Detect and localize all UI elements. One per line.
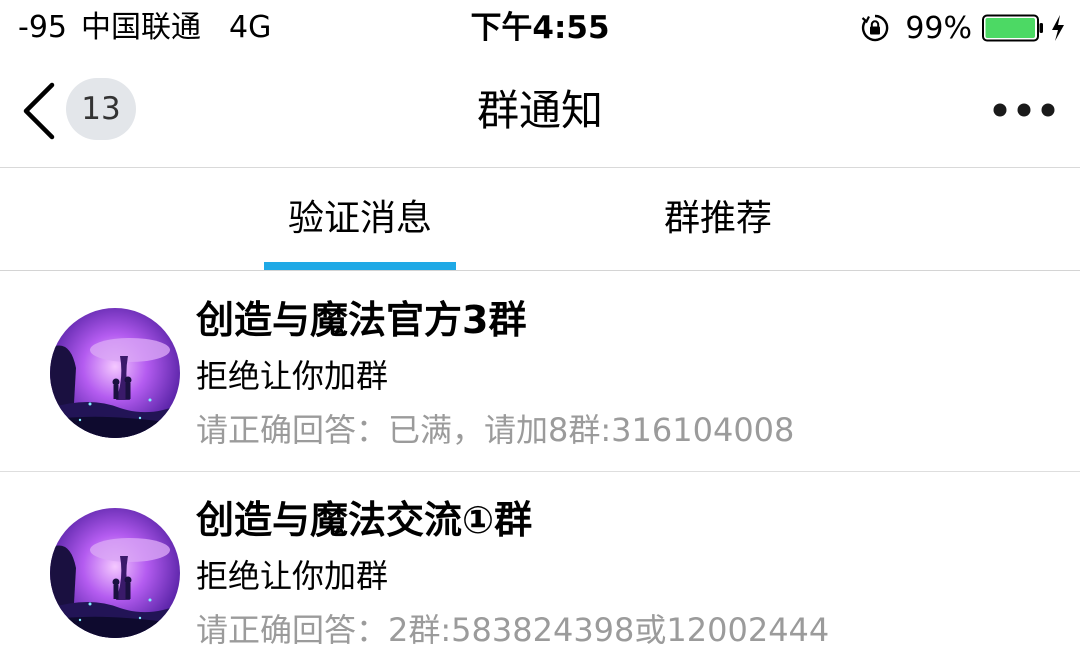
group-avatar[interactable] [50,308,180,438]
orientation-lock-icon [862,14,889,42]
tab-bar: 验证消息 群推荐 [0,169,1080,271]
nav-bar: 13 群通知 [0,56,1080,168]
group-name: 创造与魔法交流①群 [196,498,533,542]
status-bar: -95 中国联通 4G 下午4:55 99% [0,0,1080,56]
group-avatar[interactable] [50,508,180,638]
answer-label: 请正确回答： [196,411,389,449]
page-title: 群通知 [476,86,603,135]
more-dots-icon[interactable] [992,92,1056,128]
screen: -95 中国联通 4G 下午4:55 99% 13 群通知 验证消息 群推荐 创… [0,0,1080,668]
avatar-image [50,308,180,438]
active-tab-indicator [264,262,456,270]
tab-verification-messages[interactable]: 验证消息 [264,191,456,247]
request-status: 拒绝让你加群 [196,357,389,395]
request-status: 拒绝让你加群 [196,557,389,595]
status-right: 99% [861,8,1066,48]
charging-bolt-icon [1052,15,1064,41]
battery-fill [985,18,1035,38]
tab-group-recommendations[interactable]: 群推荐 [622,191,814,247]
answer-line: 请正确回答：已满，请加8群:316104008 [196,408,794,452]
avatar-image [50,508,180,638]
answer-text: 2群:583824398或12002444 [388,611,830,649]
answer-label: 请正确回答： [196,611,389,649]
group-name: 创造与魔法官方3群 [196,298,527,342]
notification-item[interactable]: 创造与魔法官方3群 拒绝让你加群 请正确回答：已满，请加8群:316104008 [0,272,1080,472]
answer-line: 请正确回答：2群:583824398或12002444 [196,608,829,652]
battery-icon [982,14,1043,42]
battery-percent: 99% [905,10,972,46]
answer-text: 已满，请加8群:316104008 [388,411,795,449]
notification-item[interactable]: 创造与魔法交流①群 拒绝让你加群 请正确回答：2群:583824398或1200… [0,472,1080,668]
notification-list: 创造与魔法官方3群 拒绝让你加群 请正确回答：已满，请加8群:316104008 [0,272,1080,668]
